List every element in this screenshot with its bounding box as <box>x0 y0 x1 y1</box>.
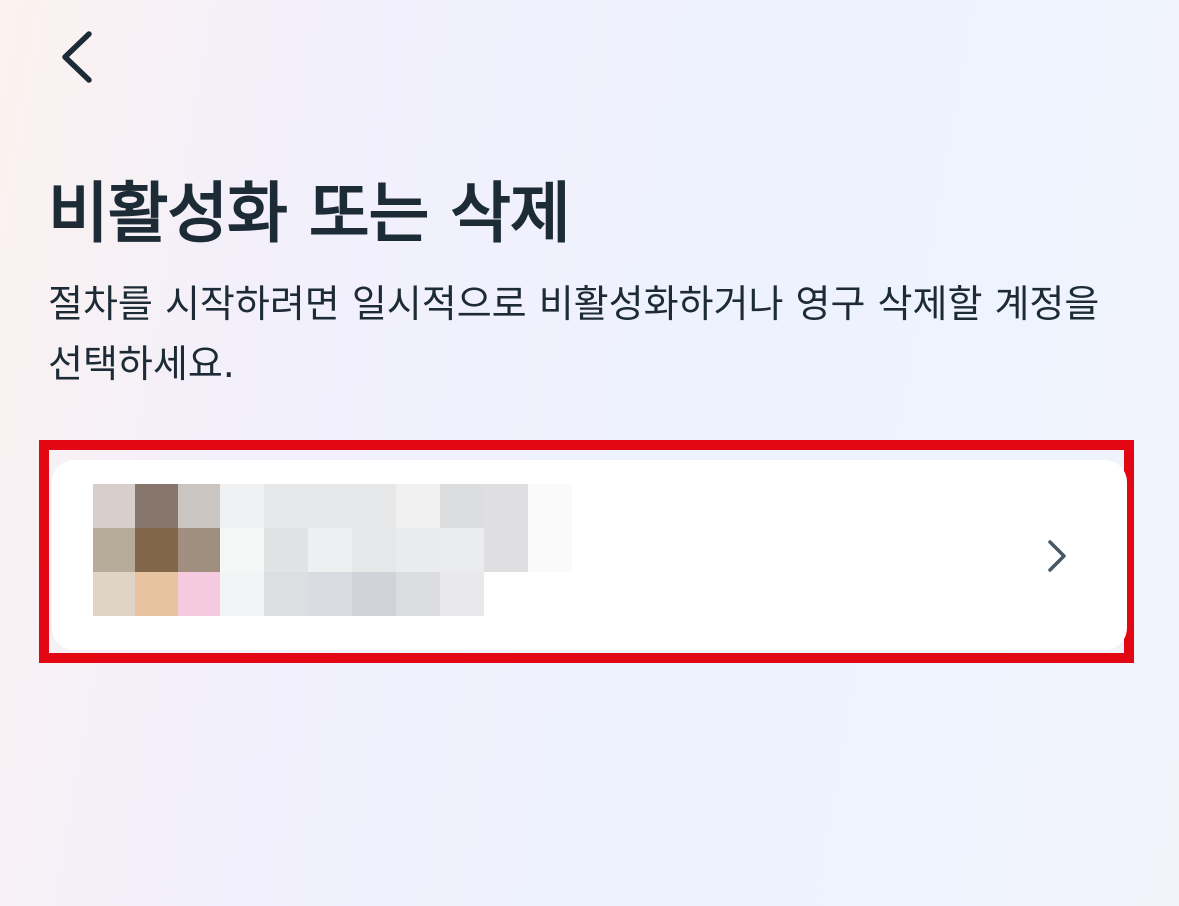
name-pixel <box>528 528 572 572</box>
name-pixel <box>308 572 352 616</box>
avatar-pixel <box>177 528 220 572</box>
avatar-pixel <box>135 528 178 572</box>
page-description: 절차를 시작하려면 일시적으로 비활성화하거나 영구 삭제할 계정을 선택하세요… <box>48 282 1100 386</box>
avatar <box>93 484 220 616</box>
name-pixel <box>308 528 352 572</box>
name-pixel <box>440 528 484 572</box>
name-pixel <box>440 484 484 528</box>
avatar-pixel <box>177 572 220 616</box>
name-pixel <box>440 572 484 616</box>
name-pixel <box>484 484 528 528</box>
avatar-pixel <box>177 484 220 528</box>
avatar-pixel <box>93 528 136 572</box>
name-pixel <box>352 528 396 572</box>
name-pixel <box>396 484 440 528</box>
name-pixel <box>264 572 308 616</box>
avatar-pixel <box>135 484 178 528</box>
name-pixel <box>352 484 396 528</box>
name-pixel <box>220 484 264 528</box>
name-pixel <box>264 528 308 572</box>
avatar-pixel <box>93 572 136 616</box>
chevron-left-icon <box>62 31 92 83</box>
name-pixel <box>264 484 308 528</box>
name-pixel <box>396 528 440 572</box>
name-pixel <box>352 572 396 616</box>
name-pixel <box>528 572 572 616</box>
name-pixel <box>220 528 264 572</box>
name-pixel <box>484 528 528 572</box>
name-pixel <box>528 484 572 528</box>
account-card[interactable] <box>52 460 1127 650</box>
account-name-pixelated <box>220 484 572 616</box>
name-pixel <box>220 572 264 616</box>
chevron-right-icon <box>1048 540 1066 572</box>
name-pixel <box>308 484 352 528</box>
page-title: 비활성화 또는 삭제 <box>48 175 571 252</box>
avatar-pixel <box>135 572 178 616</box>
avatar-pixel <box>93 484 136 528</box>
name-pixel <box>484 572 528 616</box>
back-button[interactable] <box>46 24 106 90</box>
name-pixel <box>396 572 440 616</box>
